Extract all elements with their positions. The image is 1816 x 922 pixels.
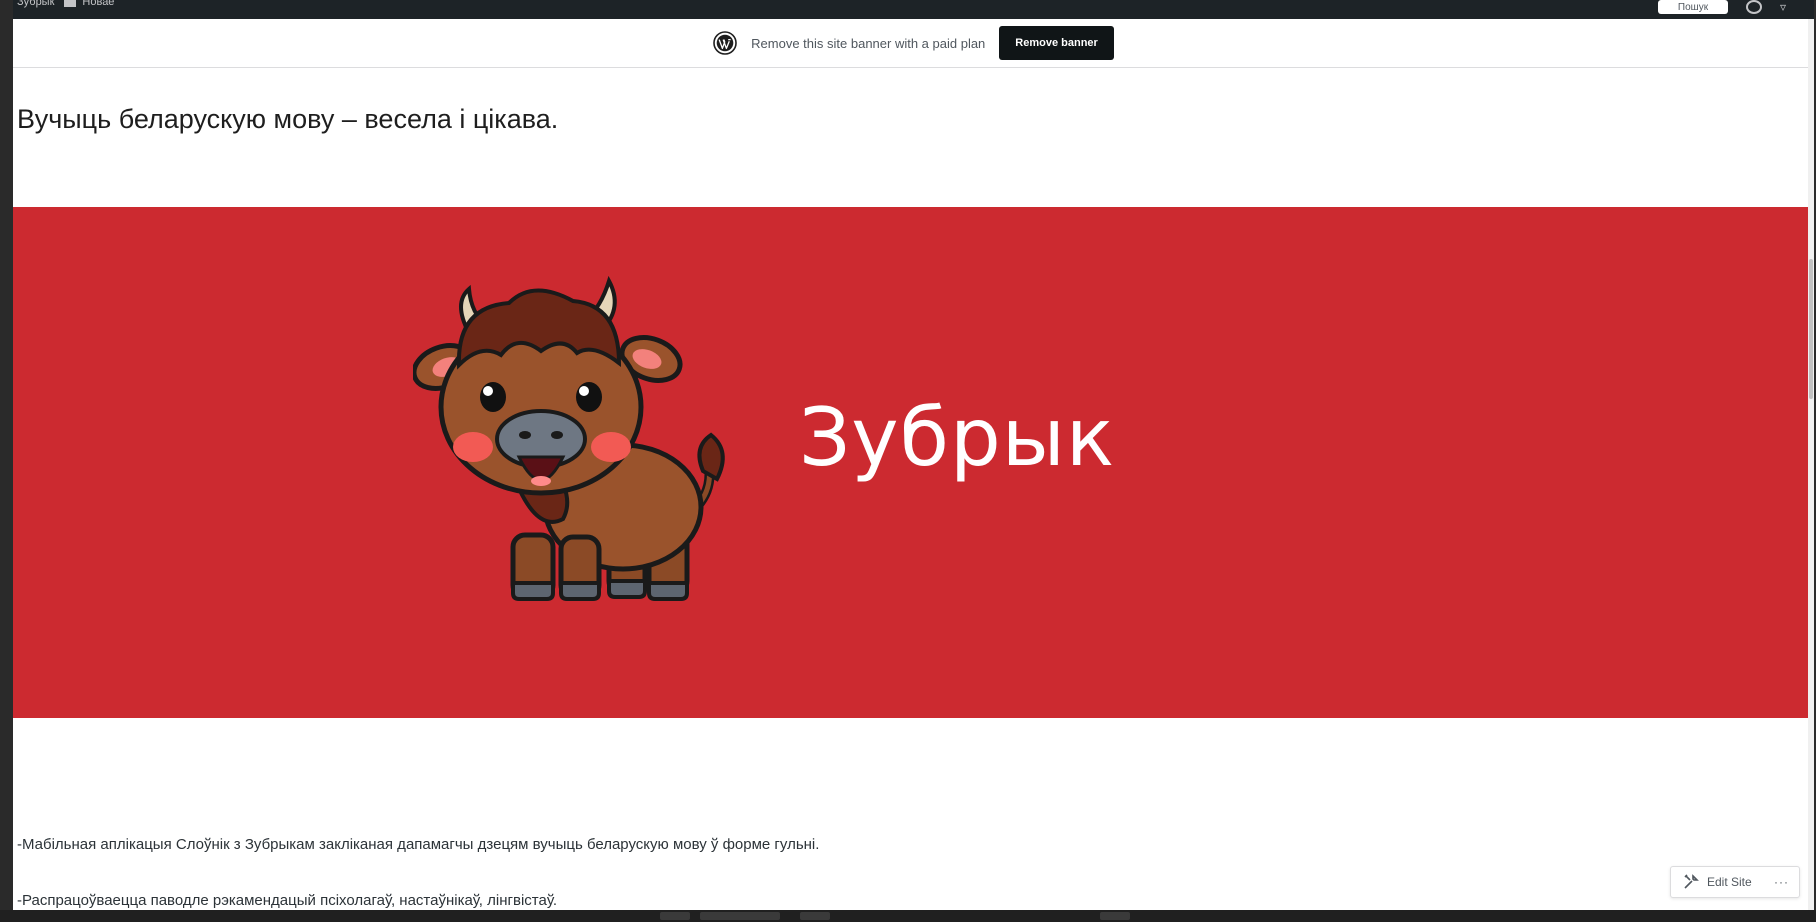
tools-icon xyxy=(1684,874,1699,889)
browser-viewport: Зубрык Новае Пошук ▿ Remove this site ba… xyxy=(13,0,1814,910)
plus-icon xyxy=(64,0,77,8)
taskbar-app-1[interactable] xyxy=(660,912,690,920)
bison-mascot-icon xyxy=(413,275,725,601)
upgrade-banner: Remove this site banner with a paid plan… xyxy=(13,19,1814,68)
edit-site-button[interactable]: Edit Site ··· xyxy=(1670,866,1800,898)
admin-bar: Зубрык Новае Пошук ▿ xyxy=(13,0,1814,19)
wordpress-logo-icon xyxy=(713,31,737,55)
more-options-icon[interactable]: ··· xyxy=(1774,875,1789,889)
admin-bar-new-link[interactable]: Новае xyxy=(64,0,114,8)
taskbar-app-2[interactable] xyxy=(700,912,780,920)
page-scrollbar[interactable] xyxy=(1808,19,1814,910)
site-title: Вучыць беларускую мову – весела і цікава… xyxy=(17,104,559,134)
intro-paragraph-1: -Мабільная аплікацыя Слоўнік з Зубрыкам … xyxy=(17,836,820,853)
os-taskbar xyxy=(0,910,1816,922)
bell-icon[interactable]: ▿ xyxy=(1780,1,1792,13)
admin-bar-right: Пошук ▿ xyxy=(1658,0,1792,14)
taskbar-app-4[interactable] xyxy=(1100,912,1130,920)
taskbar-app-3[interactable] xyxy=(800,912,830,920)
intro-paragraph-2: -Распрацоўваецца паводле рэкамендацый пс… xyxy=(17,892,557,909)
edit-site-label: Edit Site xyxy=(1707,875,1752,889)
scrollbar-thumb[interactable] xyxy=(1809,259,1813,399)
admin-bar-site-link[interactable]: Зубрык xyxy=(17,0,54,8)
hero-title: Зубрык xyxy=(799,391,1116,484)
hero-image: Зубрык xyxy=(13,207,1814,718)
avatar-icon[interactable] xyxy=(1746,0,1762,14)
remove-banner-button[interactable]: Remove banner xyxy=(999,26,1114,60)
banner-text: Remove this site banner with a paid plan xyxy=(751,35,986,51)
admin-bar-search-button[interactable]: Пошук xyxy=(1658,0,1728,14)
admin-bar-left: Зубрык Новае xyxy=(17,0,114,8)
